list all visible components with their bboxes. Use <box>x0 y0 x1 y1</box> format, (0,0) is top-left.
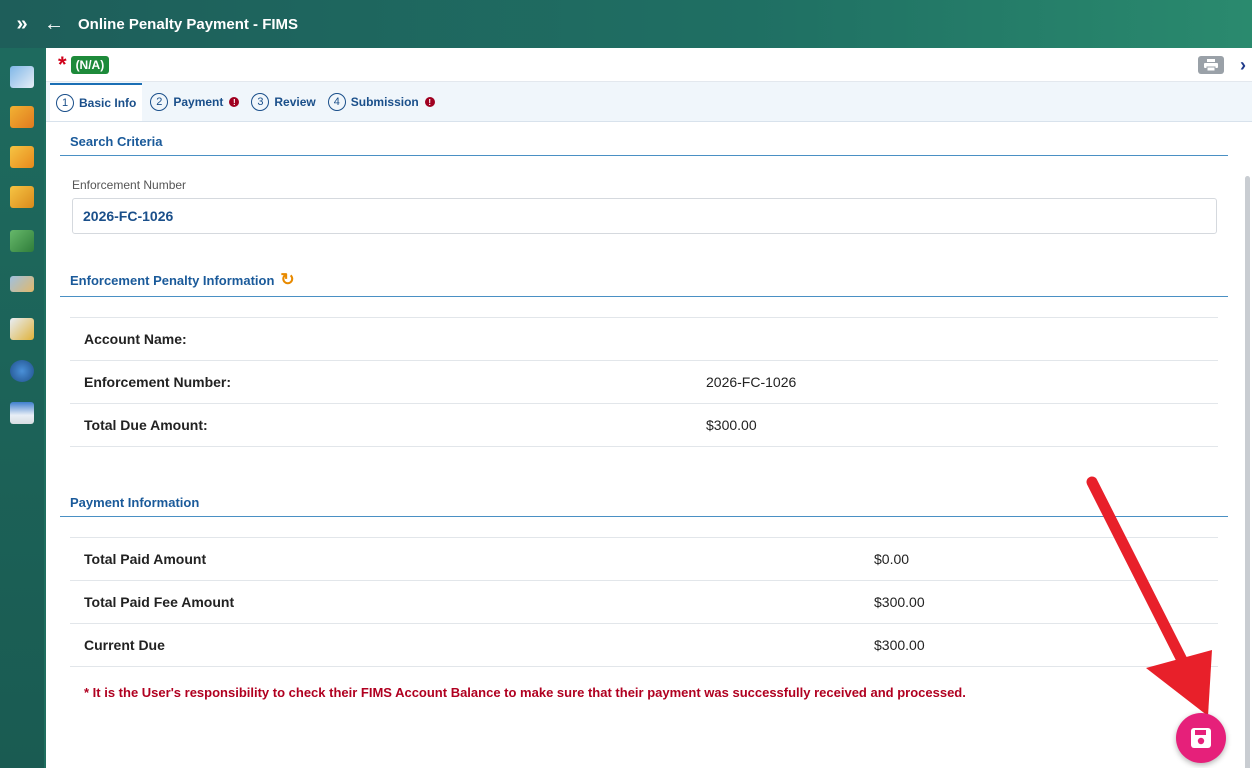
table-row: Enforcement Number: 2026-FC-1026 <box>70 360 1218 404</box>
step-number: 3 <box>251 93 270 111</box>
field-label: Enforcement Number <box>72 178 187 192</box>
app-sidebar <box>0 48 44 768</box>
row-label: Total Paid Fee Amount <box>70 580 860 624</box>
payment-table: Total Paid Amount $0.00 Total Paid Fee A… <box>70 537 1218 667</box>
documents-app-icon[interactable] <box>10 186 34 208</box>
row-value: $300.00 <box>692 403 1218 447</box>
tab-basic-info[interactable]: 1 Basic Info <box>50 83 143 121</box>
tab-payment[interactable]: 2 Payment ! <box>146 83 243 121</box>
section-title: Search Criteria <box>70 134 163 149</box>
step-number: 2 <box>150 93 169 111</box>
main-panel: * (N/A) › 1 Basic Info 2 Payment ! 3 Rev… <box>46 48 1252 768</box>
row-value <box>692 317 1218 361</box>
row-label: Total Due Amount: <box>70 403 692 447</box>
row-value: $300.00 <box>860 623 1218 667</box>
table-row: Account Name: <box>70 317 1218 361</box>
row-label: Account Name: <box>70 317 692 361</box>
save-button[interactable] <box>1176 713 1226 763</box>
payment-globe-app-icon[interactable] <box>10 360 34 382</box>
alert-icon: ! <box>424 97 435 107</box>
status-badge: (N/A) <box>70 55 110 74</box>
chevron-right-icon[interactable]: › <box>1240 55 1246 76</box>
status-bar: * (N/A) › <box>46 48 1252 82</box>
floppy-disk-icon <box>1191 728 1211 748</box>
row-label: Enforcement Number: <box>70 360 692 404</box>
tab-label: Basic Info <box>79 96 137 110</box>
row-value: $0.00 <box>860 537 1218 581</box>
section-title: Payment Information <box>70 495 200 510</box>
building-app-icon[interactable] <box>10 402 34 424</box>
notepad-app-icon[interactable] <box>10 106 34 128</box>
tab-submission[interactable]: 4 Submission ! <box>324 83 439 121</box>
table-row: Total Paid Fee Amount $300.00 <box>70 580 1218 624</box>
scrollbar[interactable] <box>1245 176 1250 768</box>
print-icon <box>1204 59 1218 71</box>
table-row: Current Due $300.00 <box>70 623 1218 667</box>
tab-label: Submission <box>350 95 419 109</box>
double-chevron-right-icon[interactable]: » <box>0 13 44 36</box>
form-content: Search Criteria Enforcement Number 2026-… <box>46 122 1252 700</box>
enforcement-number-input[interactable]: 2026-FC-1026 <box>72 198 1217 234</box>
calculator-app-icon[interactable] <box>10 230 34 252</box>
page-title: Online Penalty Payment - FIMS <box>78 15 299 33</box>
required-mark: * <box>58 51 67 77</box>
certificate-app-icon[interactable] <box>10 318 34 340</box>
app-header: » ← Online Penalty Payment - FIMS <box>0 0 1252 48</box>
step-number: 4 <box>327 93 346 111</box>
print-button[interactable] <box>1198 56 1224 74</box>
section-heading: Enforcement Penalty Information ↻ <box>60 258 1228 297</box>
table-row: Total Due Amount: $300.00 <box>70 403 1218 447</box>
handshake-app-icon[interactable] <box>10 276 34 292</box>
step-number: 1 <box>56 94 74 112</box>
arrow-left-icon[interactable]: ← <box>44 13 64 36</box>
dashboard-app-icon[interactable] <box>10 66 34 88</box>
section-heading: Payment Information <box>60 483 1228 517</box>
penalty-table: Account Name: Enforcement Number: 2026-F… <box>70 317 1218 447</box>
alert-icon: ! <box>229 97 240 107</box>
tab-label: Payment <box>173 95 224 109</box>
row-label: Current Due <box>70 623 860 667</box>
section-heading: Search Criteria <box>60 122 1228 156</box>
edit-notes-app-icon[interactable] <box>10 146 34 168</box>
row-value: $300.00 <box>860 580 1218 624</box>
step-tabs: 1 Basic Info 2 Payment ! 3 Review 4 Subm… <box>46 82 1252 122</box>
section-title: Enforcement Penalty Information <box>70 272 275 288</box>
balance-notice: * It is the User's responsibility to che… <box>84 685 966 700</box>
table-row: Total Paid Amount $0.00 <box>70 537 1218 581</box>
tab-label: Review <box>274 95 316 109</box>
refresh-icon[interactable]: ↻ <box>280 270 294 290</box>
row-value: 2026-FC-1026 <box>692 360 1218 404</box>
row-label: Total Paid Amount <box>70 537 860 581</box>
tab-review[interactable]: 3 Review <box>247 83 319 121</box>
